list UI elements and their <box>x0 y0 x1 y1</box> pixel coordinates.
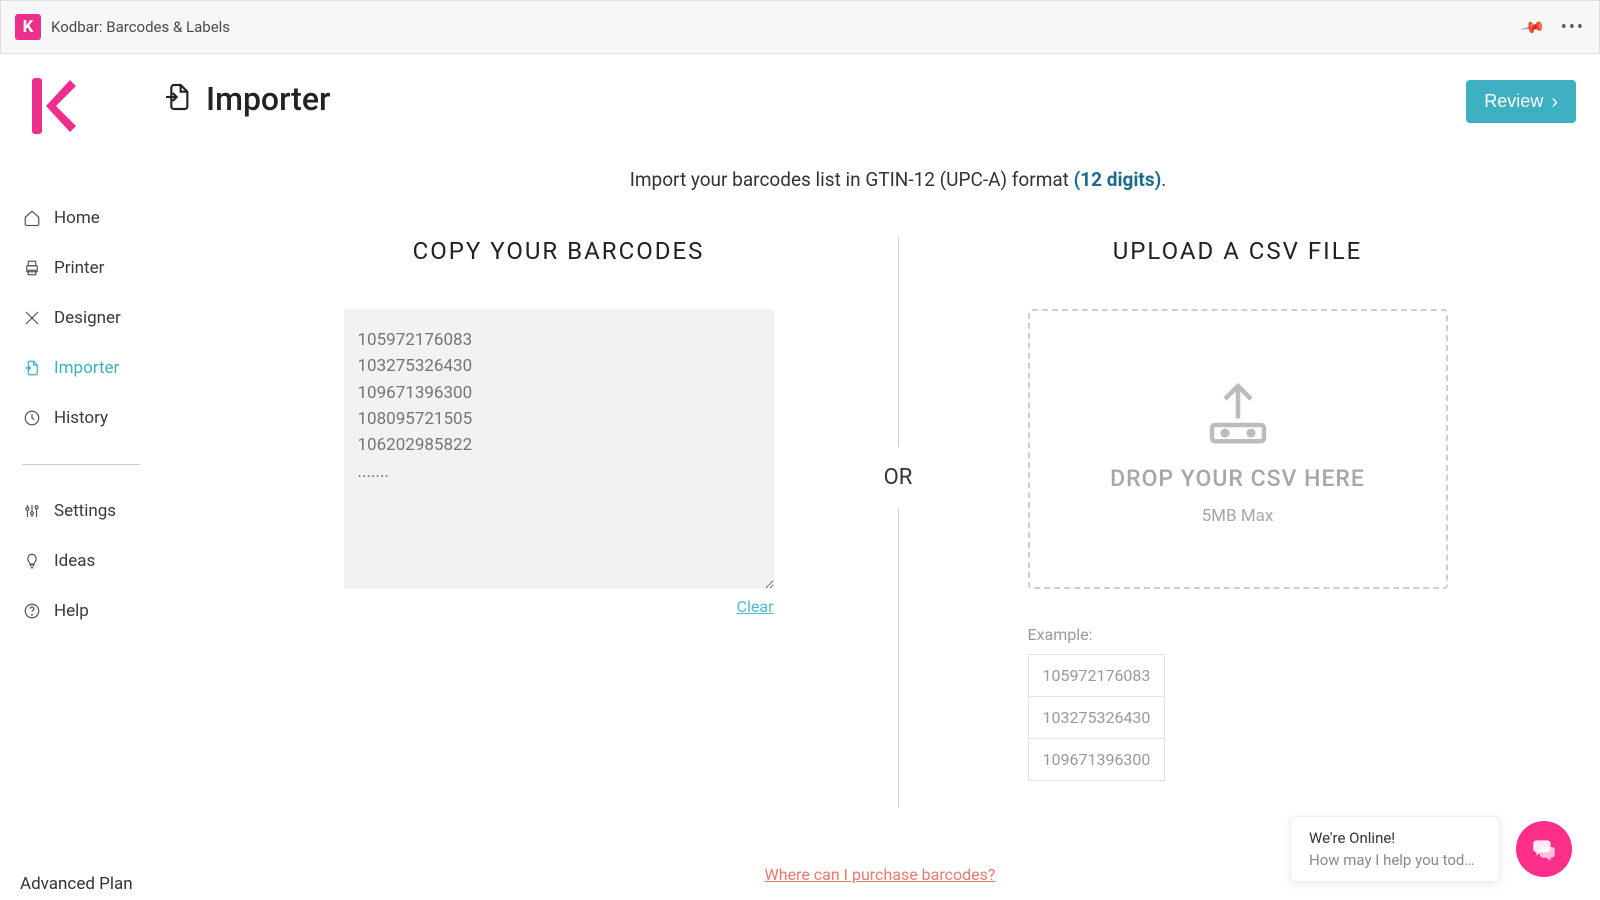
copy-barcodes-heading: COPY YOUR BARCODES <box>413 237 705 265</box>
copy-barcodes-column: COPY YOUR BARCODES Clear <box>220 237 897 616</box>
intro-digits-link[interactable]: (12 digits) <box>1074 168 1162 191</box>
app-titlebar: K Kodbar: Barcodes & Labels 📌 ••• <box>0 0 1600 54</box>
sidebar-item-label: Printer <box>54 258 104 278</box>
pin-icon[interactable]: 📌 <box>1519 14 1546 41</box>
sidebar-item-help[interactable]: Help <box>22 601 160 621</box>
designer-icon <box>22 309 42 327</box>
sidebar-item-label: Importer <box>54 358 119 378</box>
sidebar-item-importer[interactable]: Importer <box>22 358 160 378</box>
sidebar-item-label: Settings <box>54 501 116 521</box>
app-logo-small: K <box>15 14 41 40</box>
brand-logo <box>26 74 82 142</box>
sidebar-item-label: Help <box>54 601 89 621</box>
sidebar-item-settings[interactable]: Settings <box>22 501 160 521</box>
dropzone-subtext: 5MB Max <box>1202 506 1274 526</box>
importer-nav-icon <box>22 359 42 377</box>
plan-label: Advanced Plan <box>20 874 145 894</box>
app-title: Kodbar: Barcodes & Labels <box>51 18 230 36</box>
chat-line1: We're Online! <box>1309 829 1481 847</box>
more-menu-icon[interactable]: ••• <box>1561 17 1585 38</box>
sidebar-item-designer[interactable]: Designer <box>22 308 160 328</box>
chat-bubbles-icon <box>1531 836 1557 862</box>
sidebar-item-label: History <box>54 408 108 428</box>
printer-icon <box>22 259 42 277</box>
review-button[interactable]: Review › <box>1466 80 1576 123</box>
intro-text: Import your barcodes list in GTIN-12 (UP… <box>220 168 1576 191</box>
page-title: Importer <box>206 80 330 118</box>
review-button-label: Review <box>1484 91 1543 112</box>
sidebar-item-label: Ideas <box>54 551 95 571</box>
upload-icon <box>1199 373 1277 451</box>
example-label: Example: <box>1028 625 1448 644</box>
csv-dropzone[interactable]: DROP YOUR CSV HERE 5MB Max <box>1028 309 1448 589</box>
sidebar-item-ideas[interactable]: Ideas <box>22 551 160 571</box>
chat-popup[interactable]: We're Online! How may I help you toda... <box>1290 816 1500 882</box>
sidebar-item-printer[interactable]: Printer <box>22 258 160 278</box>
sidebar-item-label: Home <box>54 208 100 228</box>
chat-line2: How may I help you toda... <box>1309 851 1481 869</box>
history-icon <box>22 409 42 427</box>
ideas-icon <box>22 552 42 570</box>
barcodes-textarea[interactable] <box>344 309 774 589</box>
upload-csv-column: UPLOAD A CSV FILE DROP YOUR CSV HERE 5MB… <box>899 237 1576 781</box>
sidebar-item-label: Designer <box>54 308 121 328</box>
sidebar-item-history[interactable]: History <box>22 408 160 428</box>
example-table: 105972176083 103275326430 109671396300 <box>1028 654 1166 781</box>
sidebar-divider <box>22 464 140 465</box>
settings-icon <box>22 502 42 520</box>
example-cell: 109671396300 <box>1028 739 1165 781</box>
help-icon <box>22 602 42 620</box>
chat-widget: We're Online! How may I help you toda... <box>1290 816 1572 882</box>
importer-icon <box>162 81 194 117</box>
main-content: Import your barcodes list in GTIN-12 (UP… <box>160 142 1600 898</box>
sidebar: Home Printer Designer Importer History S… <box>0 142 160 898</box>
chat-fab-button[interactable] <box>1516 821 1572 877</box>
upload-csv-heading: UPLOAD A CSV FILE <box>1113 237 1363 265</box>
sidebar-item-home[interactable]: Home <box>22 208 160 228</box>
chevron-right-icon: › <box>1551 92 1558 112</box>
purchase-barcodes-link[interactable]: Where can I purchase barcodes? <box>765 865 996 884</box>
example-cell: 105972176083 <box>1028 655 1165 697</box>
home-icon <box>22 209 42 227</box>
example-cell: 103275326430 <box>1028 697 1165 739</box>
clear-link[interactable]: Clear <box>737 597 774 616</box>
intro-suffix: . <box>1161 168 1166 191</box>
dropzone-text: DROP YOUR CSV HERE <box>1110 465 1365 492</box>
intro-prefix: Import your barcodes list in GTIN-12 (UP… <box>630 168 1074 191</box>
